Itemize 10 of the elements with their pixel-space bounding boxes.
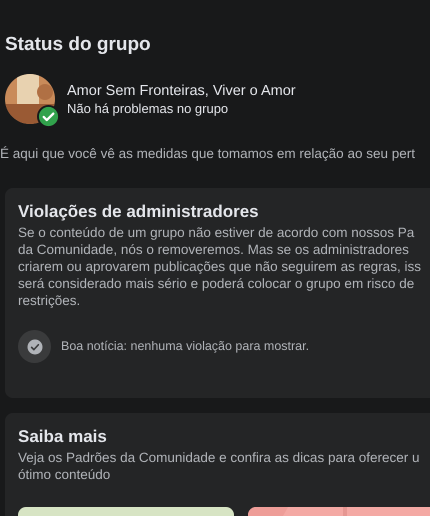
section-title: Violações de administradores bbox=[18, 201, 260, 223]
section-title: Saiba mais bbox=[18, 426, 108, 448]
page-title: Status do grupo bbox=[4, 33, 152, 57]
group-status: Não há problemas no grupo bbox=[67, 101, 230, 117]
section-description: Veja os Padrões da Comunidade e confira as dicas para oferecer u ótimo conteúdo bbox=[18, 449, 420, 483]
empty-message: Boa notícia: nenhuma violação para mostrar. bbox=[61, 338, 310, 356]
group-name: Amor Sem Fronteiras, Viver o Amor bbox=[67, 82, 296, 101]
check-icon bbox=[18, 330, 51, 363]
intro-text: É aqui que você vê as medidas que tomamos em relação ao seu pert bbox=[0, 145, 416, 163]
section-description: Se o conteúdo de um grupo não estiver de acordo com nossos Pa da Comunidade, nós o removeremos. Mas se os administradores criarem ou aprovarem publicações que não seguirem as regras, iss será considerado mais sério e poderá colocar o grupo em risco de restrições. bbox=[18, 224, 422, 309]
